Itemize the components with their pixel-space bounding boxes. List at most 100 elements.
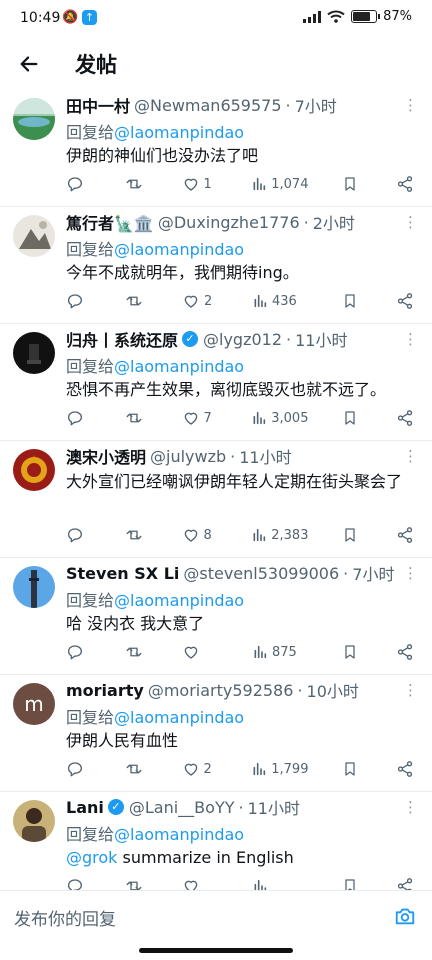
user-handle[interactable]: @Duxingzhe1776 [158,213,300,232]
replying-to-mention[interactable]: @laomanpindao [114,240,244,259]
retweet-button[interactable] [124,643,148,661]
avatar[interactable] [13,800,55,842]
reply-icon [66,409,84,427]
tweet[interactable]: Steven SX Li @stevenl53099006 · 7小时 回复给@laom… [0,558,432,675]
retweet-button[interactable] [124,175,148,193]
app-notification-icon: ↑ [82,10,97,25]
back-button[interactable] [9,44,49,84]
share-button[interactable] [396,526,416,544]
user-handle[interactable]: @Newman659575 [134,96,282,115]
like-button[interactable]: 2 [182,292,218,310]
timestamp[interactable]: 10小时 [307,678,359,702]
share-button[interactable] [396,760,416,778]
replying-to-mention[interactable]: @laomanpindao [114,123,244,142]
retweet-button[interactable] [124,877,148,890]
more-icon[interactable]: ⋮ [403,449,418,464]
user-handle[interactable]: @stevenl53099006 [183,564,339,583]
bookmark-button[interactable] [342,292,362,310]
display-name[interactable]: moriarty [66,681,144,700]
reply-button[interactable] [66,760,90,778]
share-button[interactable] [396,877,416,890]
avatar[interactable] [13,332,55,374]
timestamp[interactable]: 7小时 [352,561,394,585]
user-handle[interactable]: @lygz012 [203,330,282,349]
like-button[interactable]: 1 [182,175,218,193]
more-icon[interactable]: ⋮ [403,98,418,113]
timestamp[interactable]: 11小时 [295,327,347,351]
bookmark-button[interactable] [342,409,362,427]
more-icon[interactable]: ⋮ [403,566,418,581]
user-handle[interactable]: @Lani__BoYY [129,798,235,817]
tweet[interactable]: 田中一村 @Newman659575 · 7小时 回复给@laomanpindao 伊朗的… [0,90,432,207]
display-name[interactable]: Steven SX Li [66,564,179,583]
camera-icon[interactable] [394,905,416,931]
like-button[interactable] [182,877,218,890]
retweet-button[interactable] [124,760,148,778]
avatar[interactable]: m [13,683,55,725]
display-name[interactable]: 田中一村 [66,93,130,117]
text-mention[interactable]: @grok [66,848,117,867]
replying-to-label: 回复给 [66,591,115,610]
views-button[interactable]: 875 [252,644,308,660]
user-handle[interactable]: @moriarty592586 [148,681,294,700]
avatar[interactable] [13,449,55,491]
replying-to-mention[interactable]: @laomanpindao [114,825,244,844]
separator-dot: · [285,95,291,115]
display-name[interactable]: 澳宋小透明 [66,444,146,468]
like-button[interactable] [182,643,218,661]
bookmark-button[interactable] [342,526,362,544]
views-button[interactable]: 3,005 [251,410,308,426]
timestamp[interactable]: 2小时 [313,210,355,234]
more-icon[interactable]: ⋮ [403,800,418,815]
display-name[interactable]: 篤行者🗽🏛️ [66,210,154,234]
like-button[interactable]: 7 [182,409,218,427]
reply-button[interactable] [66,175,90,193]
timestamp[interactable]: 11小时 [248,795,300,819]
tweet[interactable]: Lani ✓ @Lani__BoYY · 11小时 回复给@laomanpindao @gr… [0,792,432,890]
user-handle[interactable]: @julywzb [150,447,226,466]
display-name[interactable]: 归舟丨系统还原 [66,327,178,351]
retweet-button[interactable] [124,526,148,544]
share-button[interactable] [396,292,416,310]
views-button[interactable] [252,878,308,890]
like-button[interactable]: 2 [182,760,218,778]
avatar[interactable] [13,566,55,608]
tweet[interactable]: 篤行者🗽🏛️ @Duxingzhe1776 · 2小时 回复给@laomanpindao… [0,207,432,324]
avatar[interactable] [13,98,55,140]
reply-feed[interactable]: 田中一村 @Newman659575 · 7小时 回复给@laomanpindao 伊朗的… [0,90,432,890]
views-button[interactable]: 2,383 [251,527,308,543]
reply-button[interactable] [66,643,90,661]
reply-button[interactable] [66,526,90,544]
more-icon[interactable]: ⋮ [403,683,418,698]
share-button[interactable] [396,175,416,193]
bookmark-button[interactable] [342,877,362,890]
retweet-button[interactable] [124,409,148,427]
bookmark-button[interactable] [342,175,362,193]
avatar[interactable] [13,215,55,257]
reply-button[interactable] [66,877,90,890]
tweet[interactable]: 澳宋小透明 @julywzb · 11小时 大外宣们已经嘲讽伊朗年轻人定期在街头聚会了 ⋮… [0,441,432,558]
more-icon[interactable]: ⋮ [403,215,418,230]
timestamp[interactable]: 7小时 [295,93,337,117]
reply-input-placeholder[interactable]: 发布你的回复 [14,905,116,930]
timestamp[interactable]: 11小时 [239,444,291,468]
share-button[interactable] [396,409,416,427]
views-button[interactable]: 1,074 [251,176,308,192]
tweet[interactable]: m moriarty @moriarty592586 · 10小时 回复给@laomanp… [0,675,432,792]
like-button[interactable]: 8 [182,526,218,544]
bookmark-button[interactable] [342,760,362,778]
bookmark-button[interactable] [342,643,362,661]
share-button[interactable] [396,643,416,661]
replying-to-mention[interactable]: @laomanpindao [114,708,244,727]
views-button[interactable]: 436 [252,293,308,309]
retweet-button[interactable] [124,292,148,310]
reply-button[interactable] [66,292,90,310]
reply-button[interactable] [66,409,90,427]
views-button[interactable]: 1,799 [251,761,308,777]
reply-composer[interactable]: 发布你的回复 [0,890,432,943]
replying-to-mention[interactable]: @laomanpindao [114,591,244,610]
more-icon[interactable]: ⋮ [403,332,418,347]
replying-to-mention[interactable]: @laomanpindao [114,357,244,376]
display-name[interactable]: Lani [66,798,104,817]
tweet[interactable]: 归舟丨系统还原 ✓ @lygz012 · 11小时 回复给@laomanpindao 恐惧不… [0,324,432,441]
